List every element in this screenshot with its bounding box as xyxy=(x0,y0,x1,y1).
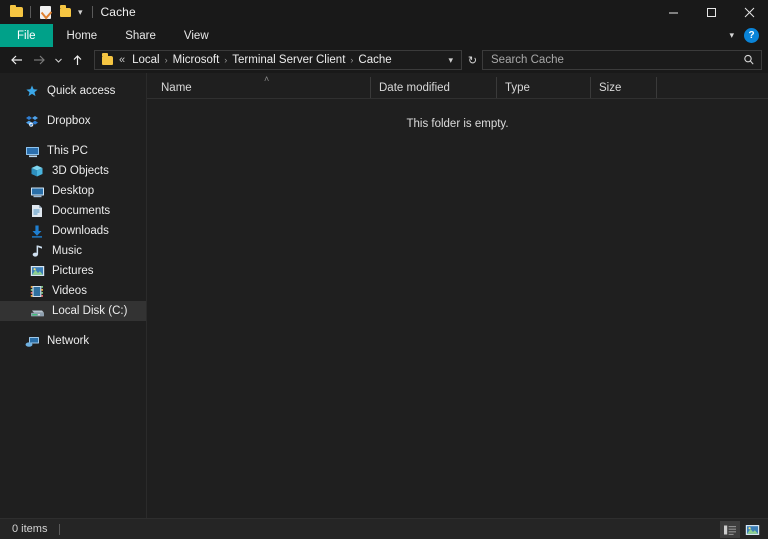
address-bar: « Local › Microsoft › Terminal Server Cl… xyxy=(0,47,768,73)
tab-view[interactable]: View xyxy=(170,24,223,47)
sort-ascending-icon: ˄ xyxy=(264,74,270,84)
breadcrumb-bar[interactable]: « Local › Microsoft › Terminal Server Cl… xyxy=(94,50,462,70)
quick-access-toolbar: ▾ xyxy=(6,2,97,22)
sidebar-item-label: Music xyxy=(52,245,83,257)
drive-icon xyxy=(29,303,45,319)
sidebar-item-quick-access[interactable]: Quick access xyxy=(0,81,146,101)
tab-home[interactable]: Home xyxy=(53,24,112,47)
sidebar-item-videos[interactable]: Videos xyxy=(0,281,146,301)
explorer-body: Quick access Dropbox This PC 3D Objects … xyxy=(0,73,768,518)
monitor-icon xyxy=(24,143,40,159)
back-button[interactable] xyxy=(6,49,28,71)
status-divider xyxy=(59,523,61,535)
window-title: Cache xyxy=(100,5,136,19)
cube-icon xyxy=(29,163,45,179)
sidebar-item-label: Downloads xyxy=(52,225,109,237)
forward-button[interactable] xyxy=(28,49,50,71)
help-icon[interactable]: ? xyxy=(744,28,759,43)
refresh-icon[interactable]: ↻ xyxy=(466,49,482,71)
maximize-button[interactable] xyxy=(692,0,730,24)
column-header-label: Date modified xyxy=(379,81,450,94)
sidebar-item-pictures[interactable]: Pictures xyxy=(0,261,146,281)
sidebar-item-documents[interactable]: Documents xyxy=(0,201,146,221)
dropbox-icon xyxy=(24,113,40,129)
sidebar-item-label: Dropbox xyxy=(47,115,91,127)
search-icon[interactable] xyxy=(743,54,755,66)
close-button[interactable] xyxy=(730,0,768,24)
tab-share[interactable]: Share xyxy=(111,24,170,47)
file-list[interactable]: This folder is empty. xyxy=(147,99,768,518)
empty-folder-message: This folder is empty. xyxy=(406,118,509,130)
up-button[interactable] xyxy=(66,49,88,71)
document-icon xyxy=(29,203,45,219)
file-explorer-window: ▾ Cache File Home Share View ▾ ? « Local… xyxy=(0,0,768,539)
sidebar-item-desktop[interactable]: Desktop xyxy=(0,181,146,201)
large-icons-view-button[interactable] xyxy=(742,521,762,538)
folder-icon[interactable] xyxy=(6,2,26,22)
chevron-down-icon[interactable]: ▾ xyxy=(75,7,88,17)
sidebar-item-label: This PC xyxy=(47,145,88,157)
folder-icon xyxy=(99,53,115,65)
item-count: 0 items xyxy=(12,523,48,535)
sidebar-item-label: Videos xyxy=(52,285,87,297)
window-controls xyxy=(654,0,768,24)
picture-icon xyxy=(29,263,45,279)
column-header-label: Size xyxy=(599,81,622,94)
sidebar-item-label: Documents xyxy=(52,205,111,217)
column-header-date-modified[interactable]: Date modified xyxy=(371,77,497,98)
column-header-label: Name xyxy=(161,81,192,94)
sidebar-item-label: Desktop xyxy=(52,185,95,197)
breadcrumb-item-terminal-server-client[interactable]: Terminal Server Client xyxy=(228,54,349,66)
sidebar-item-dropbox[interactable]: Dropbox xyxy=(0,111,146,131)
breadcrumb-item-cache[interactable]: Cache xyxy=(354,54,395,66)
navigation-pane: Quick access Dropbox This PC 3D Objects … xyxy=(0,73,147,518)
qat-divider-1 xyxy=(30,6,31,18)
sidebar-item-network[interactable]: Network xyxy=(0,331,146,351)
status-bar: 0 items xyxy=(0,518,768,539)
breadcrumb-item-local[interactable]: Local xyxy=(128,54,164,66)
chevron-down-icon[interactable]: ▾ xyxy=(442,55,459,66)
column-header-name[interactable]: Name ˄ xyxy=(147,74,371,98)
sidebar-item-label: Quick access xyxy=(47,85,116,97)
sidebar-item-3d-objects[interactable]: 3D Objects xyxy=(0,161,146,181)
sidebar-item-label: Pictures xyxy=(52,265,94,277)
network-icon xyxy=(24,333,40,349)
sidebar-item-downloads[interactable]: Downloads xyxy=(0,221,146,241)
tab-file[interactable]: File xyxy=(0,24,53,47)
column-header-size[interactable]: Size xyxy=(591,77,657,98)
search-box[interactable]: Search Cache xyxy=(482,50,762,70)
download-icon xyxy=(29,223,45,239)
breadcrumb-actions: ▾ xyxy=(442,55,459,66)
star-icon xyxy=(24,83,40,99)
new-folder-icon[interactable] xyxy=(55,2,75,22)
column-header-type[interactable]: Type xyxy=(497,77,591,98)
sidebar-item-label: 3D Objects xyxy=(52,165,109,177)
desktop-icon xyxy=(29,183,45,199)
sidebar-item-music[interactable]: Music xyxy=(0,241,146,261)
column-headers: Name ˄ Date modified Type Size xyxy=(147,74,768,99)
properties-icon[interactable] xyxy=(35,2,55,22)
expand-ribbon-icon[interactable]: ▾ xyxy=(725,30,738,41)
search-input[interactable]: Search Cache xyxy=(491,54,743,66)
sidebar-item-label: Network xyxy=(47,335,90,347)
view-toggle-group xyxy=(720,521,762,538)
sidebar-item-this-pc[interactable]: This PC xyxy=(0,141,146,161)
sidebar-item-local-disk-c[interactable]: Local Disk (C:) xyxy=(0,301,146,321)
recent-locations-icon[interactable] xyxy=(50,49,66,71)
breadcrumb-overflow[interactable]: « xyxy=(115,54,128,66)
video-icon xyxy=(29,283,45,299)
column-header-label: Type xyxy=(505,81,530,94)
minimize-button[interactable] xyxy=(654,0,692,24)
sidebar-item-label: Local Disk (C:) xyxy=(52,305,128,317)
music-icon xyxy=(29,243,45,259)
ribbon-actions: ▾ ? xyxy=(725,24,764,47)
qat-divider-2 xyxy=(91,6,93,18)
content-pane: Name ˄ Date modified Type Size This fold… xyxy=(147,73,768,518)
details-view-button[interactable] xyxy=(720,521,740,538)
ribbon-tabs: File Home Share View ▾ ? xyxy=(0,24,768,47)
breadcrumb-item-microsoft[interactable]: Microsoft xyxy=(169,54,224,66)
breadcrumb: « Local › Microsoft › Terminal Server Cl… xyxy=(115,54,442,66)
title-bar: ▾ Cache xyxy=(0,0,768,24)
